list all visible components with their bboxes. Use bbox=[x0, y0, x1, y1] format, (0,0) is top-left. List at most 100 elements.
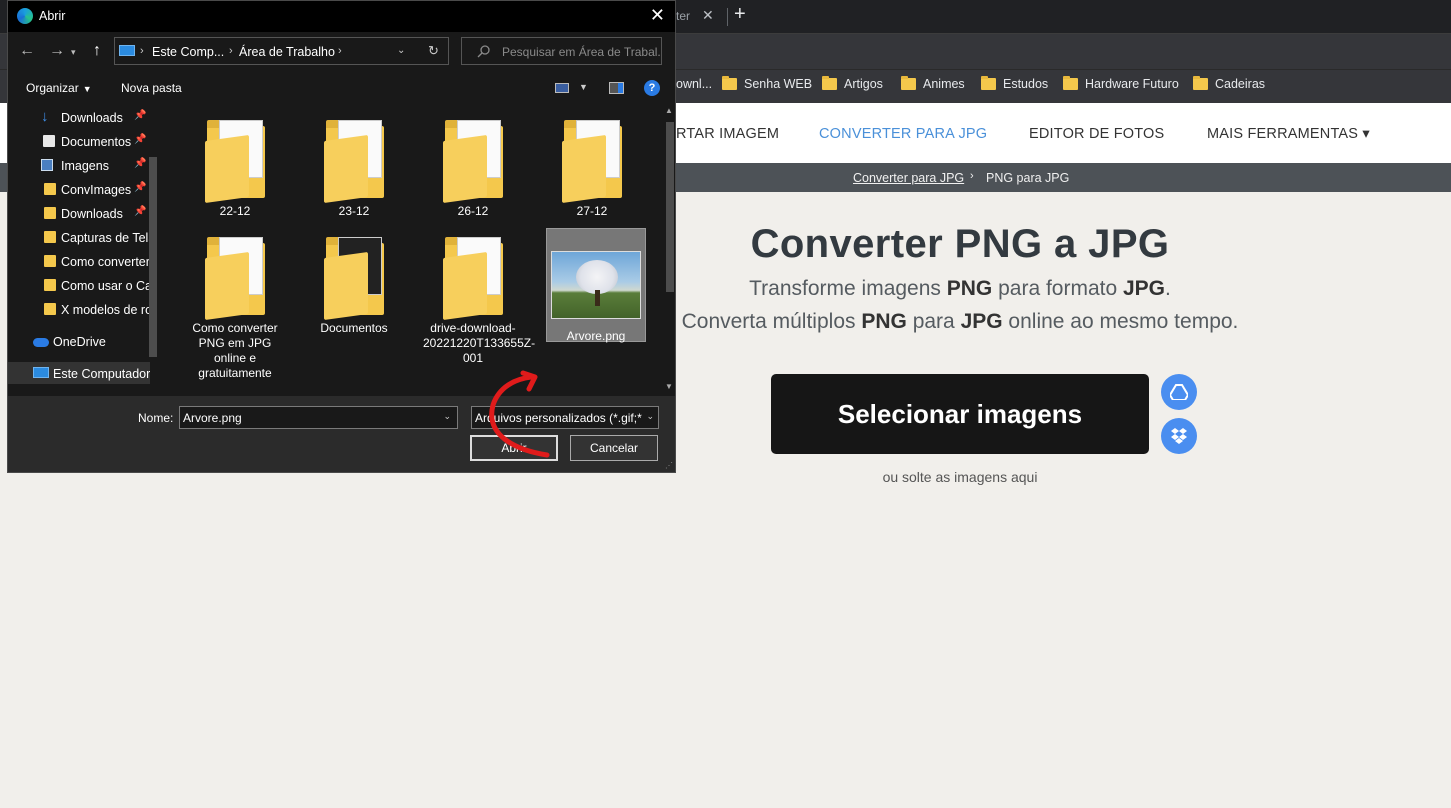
path-segment[interactable]: Área de Trabalho bbox=[239, 45, 335, 59]
search-input[interactable]: Pesquisar em Área de Trabal... bbox=[461, 37, 662, 65]
file-item-folder[interactable]: Como converter PNG em JPG online e gratu… bbox=[185, 235, 285, 381]
nav-item-downloads[interactable]: ↓ Downloads 📌 bbox=[8, 106, 150, 128]
bookmark-item[interactable]: ownl... bbox=[676, 77, 712, 91]
pin-icon: 📌 bbox=[134, 158, 147, 169]
tab-close-icon[interactable]: ✕ bbox=[702, 7, 714, 24]
google-drive-button[interactable] bbox=[1161, 374, 1197, 410]
nav-item-como-usar[interactable]: Como usar o Ca bbox=[8, 274, 150, 296]
bookmark-label: Estudos bbox=[1003, 77, 1049, 91]
nav-link-mais-ferramentas[interactable]: MAIS FERRAMENTAS ▾ bbox=[1207, 126, 1370, 142]
nav-item-downloads-folder[interactable]: Downloads 📌 bbox=[8, 202, 150, 224]
bookmark-folder[interactable]: Hardware Futuro bbox=[1063, 76, 1179, 91]
path-segment[interactable]: Este Comp... bbox=[152, 45, 224, 59]
path-dropdown-chevron-icon[interactable]: ⌄ bbox=[397, 45, 405, 56]
dialog-command-bar: Organizar ▼ Nova pasta ▼ ? bbox=[8, 72, 675, 104]
organize-menu[interactable]: Organizar ▼ bbox=[26, 81, 92, 95]
chevron-down-icon[interactable]: ▼ bbox=[579, 82, 588, 92]
file-name: 23-12 bbox=[338, 204, 370, 218]
drop-hint: ou solte as imagens aqui bbox=[882, 469, 1038, 485]
refresh-icon[interactable]: ↻ bbox=[428, 43, 439, 59]
scrollbar[interactable] bbox=[666, 122, 674, 292]
file-list: 22-12 23-12 26-12 27-12 Como converter P… bbox=[164, 104, 675, 396]
nav-item-imagens[interactable]: Imagens 📌 bbox=[8, 154, 150, 176]
subtitle-text: . bbox=[1165, 277, 1171, 300]
bookmark-label: Cadeiras bbox=[1215, 77, 1266, 91]
filename-input[interactable]: Arvore.png ⌄ bbox=[179, 406, 458, 429]
view-options-icon[interactable] bbox=[555, 83, 569, 93]
new-tab-icon[interactable]: + bbox=[734, 3, 746, 26]
chevron-down-icon[interactable]: ⌄ bbox=[443, 411, 451, 422]
subtitle-text: para bbox=[906, 310, 961, 333]
help-icon[interactable]: ? bbox=[644, 80, 660, 96]
nav-item-label: Downloads bbox=[61, 111, 123, 125]
computer-icon bbox=[33, 367, 49, 378]
recent-locations-chevron-icon[interactable]: ▾ bbox=[71, 47, 76, 58]
path-chevron-icon[interactable]: › bbox=[140, 45, 144, 57]
close-icon[interactable]: ✕ bbox=[650, 5, 665, 26]
pin-icon: 📌 bbox=[134, 134, 147, 145]
nav-item-este-computador[interactable]: Este Computador bbox=[8, 362, 150, 384]
file-name: 22-12 bbox=[219, 204, 251, 218]
subtitle-text: para formato bbox=[992, 277, 1123, 300]
preview-pane-icon[interactable] bbox=[609, 82, 624, 94]
subtitle-text: online ao mesmo tempo. bbox=[1002, 310, 1239, 333]
file-item-folder[interactable]: Documentos bbox=[304, 235, 404, 336]
path-chevron-icon[interactable]: › bbox=[229, 45, 233, 57]
file-item-folder[interactable]: 23-12 bbox=[304, 118, 404, 219]
folder-icon bbox=[44, 303, 56, 315]
bookmark-label: Senha WEB bbox=[744, 77, 813, 91]
resize-grip-icon[interactable]: ⋰ bbox=[665, 461, 673, 470]
nav-link-converter-para-jpg[interactable]: CONVERTER PARA JPG bbox=[819, 126, 987, 142]
nav-item-como-converter[interactable]: Como converter bbox=[8, 250, 150, 272]
back-arrow-icon[interactable]: ← bbox=[19, 42, 35, 60]
filename-label: Nome: bbox=[138, 411, 174, 425]
folder-icon bbox=[441, 118, 505, 204]
breadcrumb-link[interactable]: Converter para JPG bbox=[853, 171, 964, 185]
nav-link-cortar-imagem[interactable]: RTAR IMAGEM bbox=[676, 126, 779, 142]
file-name: Arvore.png bbox=[566, 329, 626, 343]
nav-item-x-modelos[interactable]: X modelos de ro bbox=[8, 298, 150, 320]
dropbox-button[interactable] bbox=[1161, 418, 1197, 454]
search-icon bbox=[477, 45, 490, 58]
path-breadcrumb[interactable]: › Este Comp... › Área de Trabalho › ⌄ ↻ bbox=[114, 37, 449, 65]
folder-icon bbox=[44, 279, 56, 291]
select-images-button[interactable]: Selecionar imagens bbox=[771, 374, 1149, 454]
file-item-folder[interactable]: 22-12 bbox=[185, 118, 285, 219]
nav-item-capturas-de-tela[interactable]: Capturas de Tela bbox=[8, 226, 150, 248]
nav-item-convimages[interactable]: ConvImages 📌 bbox=[8, 178, 150, 200]
subtitle-bold: JPG bbox=[960, 310, 1003, 333]
up-arrow-icon[interactable]: ↑ bbox=[93, 42, 101, 60]
filename-value: Arvore.png bbox=[183, 411, 242, 425]
nav-link-editor-de-fotos[interactable]: EDITOR DE FOTOS bbox=[1029, 126, 1164, 142]
bookmark-folder[interactable]: Cadeiras bbox=[1193, 76, 1266, 91]
subtitle-bold: PNG bbox=[861, 310, 907, 333]
cancel-button[interactable]: Cancelar bbox=[570, 435, 658, 461]
scroll-up-icon[interactable]: ▲ bbox=[665, 106, 673, 115]
file-item-image-selected[interactable]: Arvore.png bbox=[546, 228, 646, 343]
bookmark-folder[interactable]: Estudos bbox=[981, 76, 1049, 91]
download-icon: ↓ bbox=[41, 108, 49, 125]
folder-icon bbox=[44, 207, 56, 219]
dialog-title-bar[interactable]: Abrir ✕ bbox=[8, 1, 675, 32]
path-chevron-icon[interactable]: › bbox=[338, 45, 342, 57]
bookmark-folder[interactable]: Senha WEB bbox=[722, 76, 813, 91]
bookmark-label: Animes bbox=[923, 77, 965, 91]
new-folder-button[interactable]: Nova pasta bbox=[121, 81, 182, 95]
edge-browser-icon bbox=[17, 8, 33, 24]
scrollbar[interactable] bbox=[149, 157, 157, 357]
bookmark-folder[interactable]: Artigos bbox=[822, 76, 883, 91]
subtitle-text: Converta múltiplos bbox=[681, 310, 862, 333]
nav-item-documentos[interactable]: Documentos 📌 bbox=[8, 130, 150, 152]
bookmark-folder[interactable]: Animes bbox=[901, 76, 965, 91]
nav-item-label: ConvImages bbox=[61, 183, 132, 197]
breadcrumb-current: PNG para JPG bbox=[986, 171, 1070, 185]
file-item-folder[interactable]: 27-12 bbox=[542, 118, 642, 219]
forward-arrow-icon[interactable]: → bbox=[49, 42, 65, 60]
onedrive-icon bbox=[33, 338, 49, 347]
nav-item-label: Imagens bbox=[61, 159, 109, 173]
scroll-down-icon[interactable]: ▼ bbox=[665, 382, 673, 391]
tab-title-fragment[interactable]: ter bbox=[676, 9, 690, 23]
nav-item-onedrive[interactable]: OneDrive bbox=[8, 330, 150, 352]
folder-icon bbox=[560, 118, 624, 204]
file-item-folder[interactable]: 26-12 bbox=[423, 118, 523, 219]
